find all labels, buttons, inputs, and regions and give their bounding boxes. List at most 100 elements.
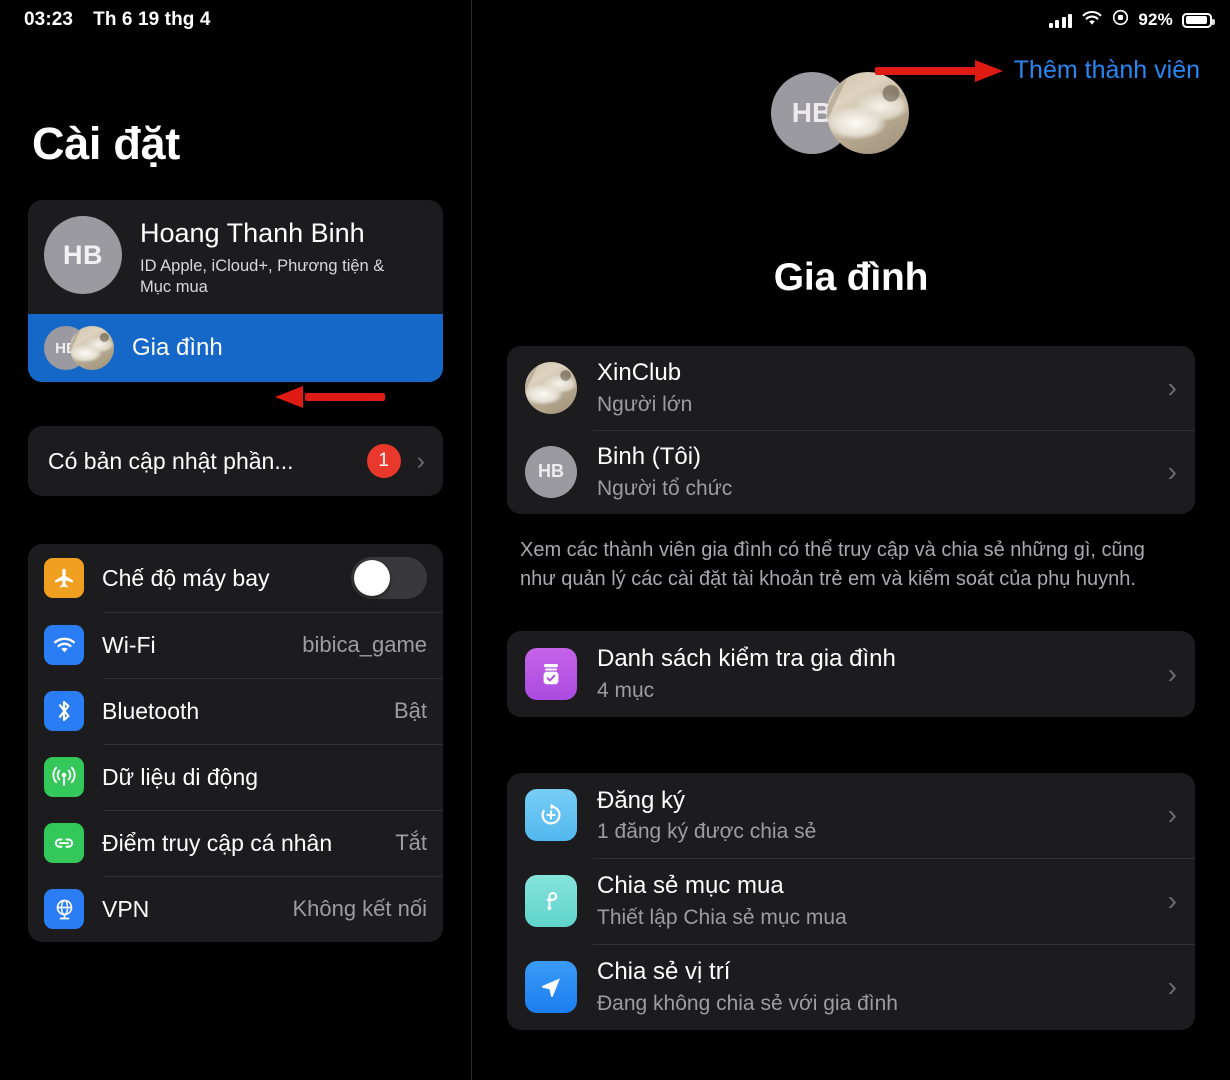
sidebar-item-airplane-mode[interactable]: Chế độ máy bay: [28, 544, 443, 612]
family-services-group: Đăng ký 1 đăng ký được chia sẻ › Chia sẻ…: [507, 772, 1195, 1030]
wifi-icon: [1081, 10, 1103, 31]
sidebar-item-vpn[interactable]: VPN Không kết nối: [28, 876, 443, 942]
service-subtitle: Thiết lập Chia sẻ mục mua: [597, 906, 847, 930]
family-title: Gia đình: [773, 256, 929, 299]
status-bar: 03:23 Th 6 19 thg 4 92%: [0, 0, 1230, 40]
chevron-right-icon: ›: [1167, 657, 1177, 689]
service-title: Chia sẻ vị trí: [597, 958, 731, 986]
page-title: Cài đặt: [32, 118, 180, 169]
member-role: Người lớn: [597, 392, 693, 416]
battery-icon: [1182, 12, 1215, 28]
status-bar-right: 92%: [1048, 9, 1215, 31]
settings-sidebar: Cài đặt HB Hoang Thanh Binh ID Apple, iC…: [0, 0, 472, 1080]
status-bar-date: Th 6 19 thg 4: [93, 9, 211, 30]
avatar: HB: [44, 216, 122, 294]
sidebar-item-label: Dữ liệu di động: [102, 763, 259, 790]
cellular-signal-icon: [1048, 13, 1073, 28]
list-item-purchase-sharing[interactable]: Chia sẻ mục mua Thiết lập Chia sẻ mục mu…: [507, 858, 1195, 944]
family-detail-pane: Thêm thành viên HB Gia đình XinClub Ngườ…: [472, 0, 1230, 1080]
member-role: Người tổ chức: [597, 476, 733, 500]
annotation-arrow-add-member: [875, 60, 1005, 82]
family-hero-avatars: HB: [771, 72, 931, 194]
sidebar-item-wifi[interactable]: Wi-Fi bibica_game: [28, 612, 443, 678]
avatar-photo: [827, 72, 909, 154]
sidebar-item-bluetooth[interactable]: Bluetooth Bật: [28, 678, 443, 744]
member-text: XinClub Người lớn: [597, 359, 1152, 417]
bluetooth-icon: [44, 691, 84, 732]
status-badge: 1: [366, 444, 401, 479]
purchase-sharing-icon: [525, 875, 577, 928]
chevron-right-icon: ›: [1167, 799, 1177, 831]
avatar-initials: HB: [525, 445, 577, 498]
apple-id-row[interactable]: HB Hoang Thanh Binh ID Apple, iCloud+, P…: [28, 200, 443, 314]
vpn-globe-icon: [44, 889, 84, 930]
member-text: Binh (Tôi) Người tổ chức: [597, 443, 1152, 501]
airplane-mode-toggle[interactable]: [351, 557, 427, 600]
location-arrow-icon: [525, 961, 577, 1014]
chevron-right-icon: ›: [1167, 885, 1177, 917]
list-item-subscriptions[interactable]: Đăng ký 1 đăng ký được chia sẻ ›: [507, 773, 1195, 859]
sidebar-item-label: Wi-Fi: [102, 631, 156, 658]
account-name: Hoang Thanh Binh: [140, 218, 365, 248]
family-hero: HB Gia đình: [472, 72, 1230, 300]
family-checklist-group: Danh sách kiểm tra gia đình 4 mục ›: [507, 630, 1195, 717]
annotation-arrow-family-row: [275, 386, 385, 408]
service-subtitle: 1 đăng ký được chia sẻ: [597, 820, 817, 844]
sidebar-item-label: VPN: [102, 895, 150, 922]
sidebar-item-label: Gia đình: [132, 334, 223, 362]
chevron-right-icon: ›: [1167, 371, 1177, 403]
status-bar-time: 03:23: [24, 9, 74, 30]
service-title: Đăng ký: [597, 786, 686, 814]
checklist-text: Danh sách kiểm tra gia đình 4 mục: [597, 645, 1152, 703]
sidebar-item-label: Điểm truy cập cá nhân: [102, 829, 333, 856]
sidebar-item-cellular[interactable]: Dữ liệu di động: [28, 744, 443, 810]
list-item-family-checklist[interactable]: Danh sách kiểm tra gia đình 4 mục ›: [507, 631, 1195, 717]
checklist-title: Danh sách kiểm tra gia đình: [597, 644, 896, 672]
software-update-group: Có bản cập nhật phần... 1 ›: [28, 426, 443, 497]
list-item[interactable]: HB Binh (Tôi) Người tổ chức ›: [507, 429, 1195, 514]
cellular-icon: [44, 757, 84, 798]
family-members-group: XinClub Người lớn › HB Binh (Tôi) Người …: [507, 346, 1195, 514]
avatar-photo: [525, 361, 577, 414]
list-item[interactable]: XinClub Người lớn ›: [507, 346, 1195, 430]
service-title: Chia sẻ mục mua: [597, 872, 784, 900]
sidebar-item-family[interactable]: HB Gia đình: [28, 314, 443, 383]
wifi-icon: [44, 625, 84, 666]
service-text: Đăng ký 1 đăng ký được chia sẻ: [597, 787, 1152, 845]
chevron-right-icon: ›: [1167, 455, 1177, 487]
add-member-button[interactable]: Thêm thành viên: [1014, 56, 1200, 85]
connectivity-group: Chế độ máy bay Wi-Fi bibica_game Bluetoo…: [28, 544, 443, 943]
subscription-icon: [525, 789, 577, 842]
member-name: XinClub: [597, 359, 682, 386]
checklist-subtitle: 4 mục: [597, 678, 655, 702]
wifi-network-value: bibica_game: [302, 632, 427, 658]
account-subtitle: ID Apple, iCloud+, Phương tiện & Mục mua: [140, 256, 385, 296]
vpn-status-value: Không kết nối: [292, 896, 427, 922]
bluetooth-status-value: Bật: [393, 698, 427, 724]
sidebar-item-label: Chế độ máy bay: [102, 564, 270, 591]
software-update-label: Có bản cập nhật phần...: [48, 447, 294, 474]
checklist-icon: [525, 647, 577, 700]
family-footnote: Xem các thành viên gia đình có thể truy …: [520, 538, 1145, 591]
sidebar-item-label: Bluetooth: [102, 697, 200, 724]
chevron-right-icon: ›: [416, 446, 425, 475]
service-text: Chia sẻ vị trí Đang không chia sẻ với gi…: [597, 958, 1152, 1016]
service-subtitle: Đang không chia sẻ với gia đình: [597, 991, 898, 1015]
rotation-lock-icon: [1112, 9, 1129, 31]
battery-percent-label: 92%: [1138, 10, 1173, 29]
settings-app-window: 03:23 Th 6 19 thg 4 92% Cài đặt HB Hoang…: [0, 0, 1230, 1080]
sidebar-item-hotspot[interactable]: Điểm truy cập cá nhân Tắt: [28, 810, 443, 876]
account-text: Hoang Thanh Binh ID Apple, iCloud+, Phươ…: [140, 216, 390, 298]
service-text: Chia sẻ mục mua Thiết lập Chia sẻ mục mu…: [597, 872, 1152, 930]
hotspot-icon: [44, 823, 84, 864]
account-group: HB Hoang Thanh Binh ID Apple, iCloud+, P…: [28, 200, 443, 383]
hotspot-status-value: Tắt: [395, 830, 427, 856]
list-item-location-sharing[interactable]: Chia sẻ vị trí Đang không chia sẻ với gi…: [507, 944, 1195, 1030]
avatar-photo: [70, 326, 114, 371]
chevron-right-icon: ›: [1167, 971, 1177, 1003]
airplane-icon: [44, 558, 84, 599]
sidebar-item-software-update[interactable]: Có bản cập nhật phần... 1 ›: [28, 426, 443, 496]
family-avatars: HB: [44, 326, 114, 371]
member-name: Binh (Tôi): [597, 442, 702, 470]
status-bar-left: 03:23 Th 6 19 thg 4: [24, 9, 211, 31]
